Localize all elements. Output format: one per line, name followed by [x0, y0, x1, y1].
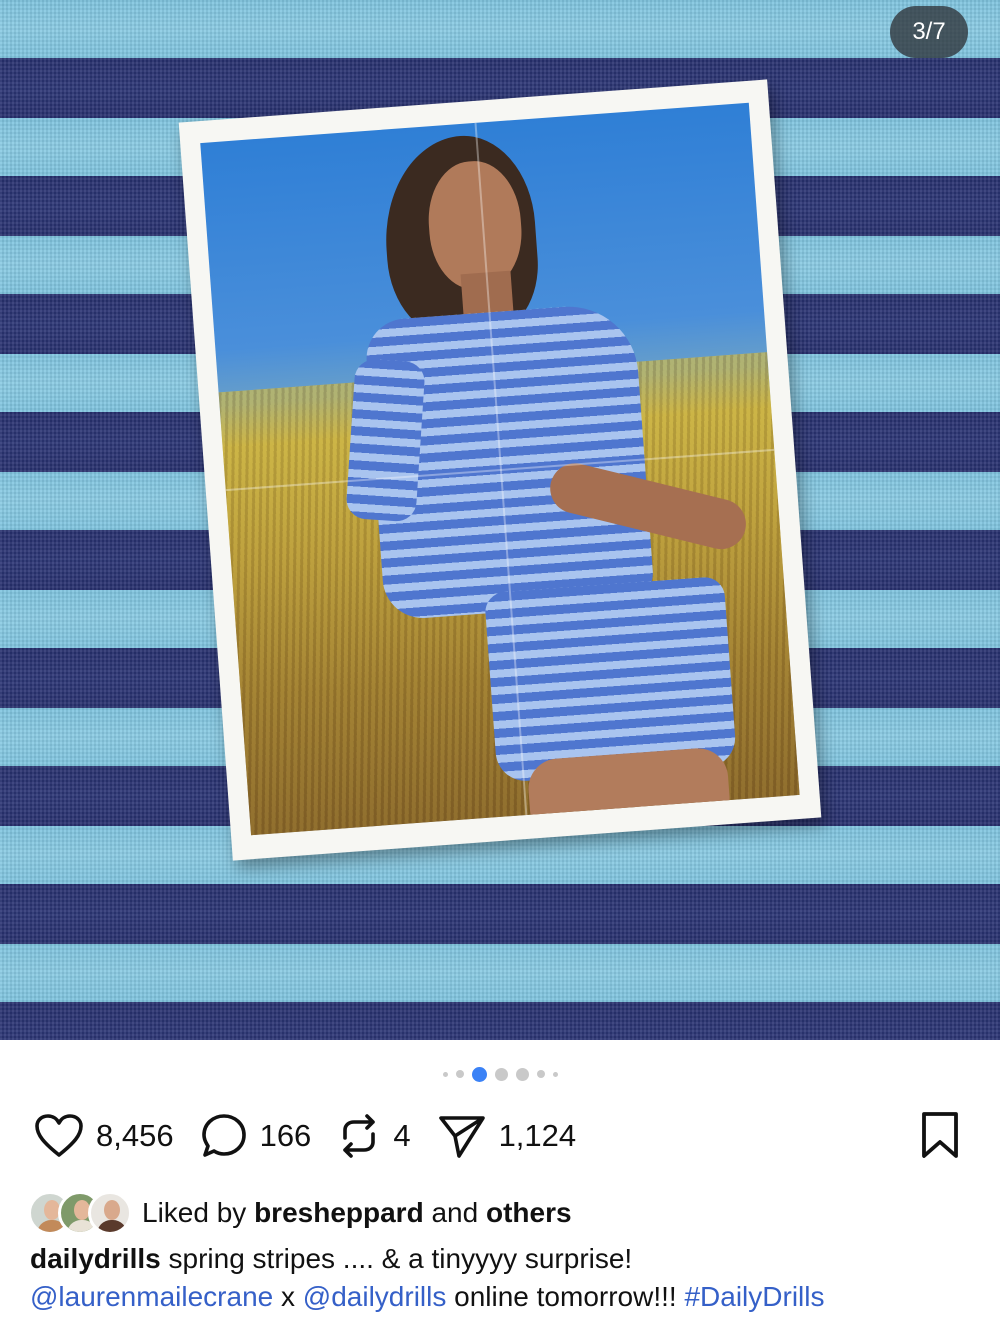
- model-legs: [526, 746, 732, 836]
- comment-count: 166: [259, 1118, 312, 1153]
- photo-image: [200, 102, 800, 836]
- caption-hashtag[interactable]: #DailyDrills: [684, 1281, 824, 1312]
- repost-button[interactable]: 4: [337, 1112, 411, 1160]
- post-caption: dailydrills spring stripes .... & a tiny…: [30, 1240, 980, 1316]
- liked-by-and: and: [431, 1197, 479, 1228]
- caption-mention[interactable]: @laurenmailecrane: [30, 1281, 273, 1312]
- post-media[interactable]: 3/7: [0, 0, 1000, 1040]
- action-bar: 8,456 166 4 1,124: [34, 1108, 974, 1164]
- liked-by-row[interactable]: Liked by bresheppard and others: [28, 1190, 572, 1236]
- liked-by-user-link[interactable]: bresheppard: [254, 1197, 424, 1228]
- caption-text: spring stripes .... & a tinyyyy surprise…: [168, 1243, 633, 1274]
- bookmark-icon: [918, 1112, 962, 1164]
- slide-counter: 3/7: [890, 6, 968, 58]
- carousel-dots: [0, 1066, 1000, 1082]
- bookmark-button[interactable]: [918, 1110, 962, 1165]
- comment-button[interactable]: 166: [200, 1112, 312, 1160]
- liked-by-prefix: Liked by: [142, 1197, 247, 1228]
- carousel-dot: [552, 1071, 558, 1077]
- printed-photo: [178, 79, 822, 861]
- carousel-dot: [442, 1071, 448, 1077]
- liked-by-others-link[interactable]: others: [486, 1197, 572, 1228]
- avatar: [88, 1191, 132, 1235]
- carousel-dot: [536, 1070, 545, 1078]
- comment-icon: [200, 1112, 248, 1160]
- like-button[interactable]: 8,456: [34, 1113, 174, 1159]
- like-count: 8,456: [96, 1118, 174, 1153]
- share-count: 1,124: [498, 1118, 577, 1153]
- caption-username[interactable]: dailydrills: [30, 1243, 161, 1274]
- carousel-dot: [455, 1070, 464, 1078]
- share-icon: [437, 1112, 487, 1160]
- carousel-dot: [494, 1067, 508, 1081]
- caption-text-2: online tomorrow!!!: [454, 1281, 677, 1312]
- caption-joiner: x: [281, 1281, 295, 1312]
- carousel-dot-active: [471, 1066, 487, 1082]
- share-button[interactable]: 1,124: [437, 1112, 577, 1160]
- caption-mention[interactable]: @dailydrills: [303, 1281, 447, 1312]
- repost-icon: [337, 1112, 381, 1160]
- liked-by-text: Liked by bresheppard and others: [142, 1197, 572, 1229]
- carousel-dot: [515, 1067, 529, 1081]
- liker-avatars: [28, 1191, 132, 1235]
- striped-sleeve: [345, 358, 426, 523]
- repost-count: 4: [393, 1118, 411, 1153]
- heart-icon: [34, 1113, 84, 1159]
